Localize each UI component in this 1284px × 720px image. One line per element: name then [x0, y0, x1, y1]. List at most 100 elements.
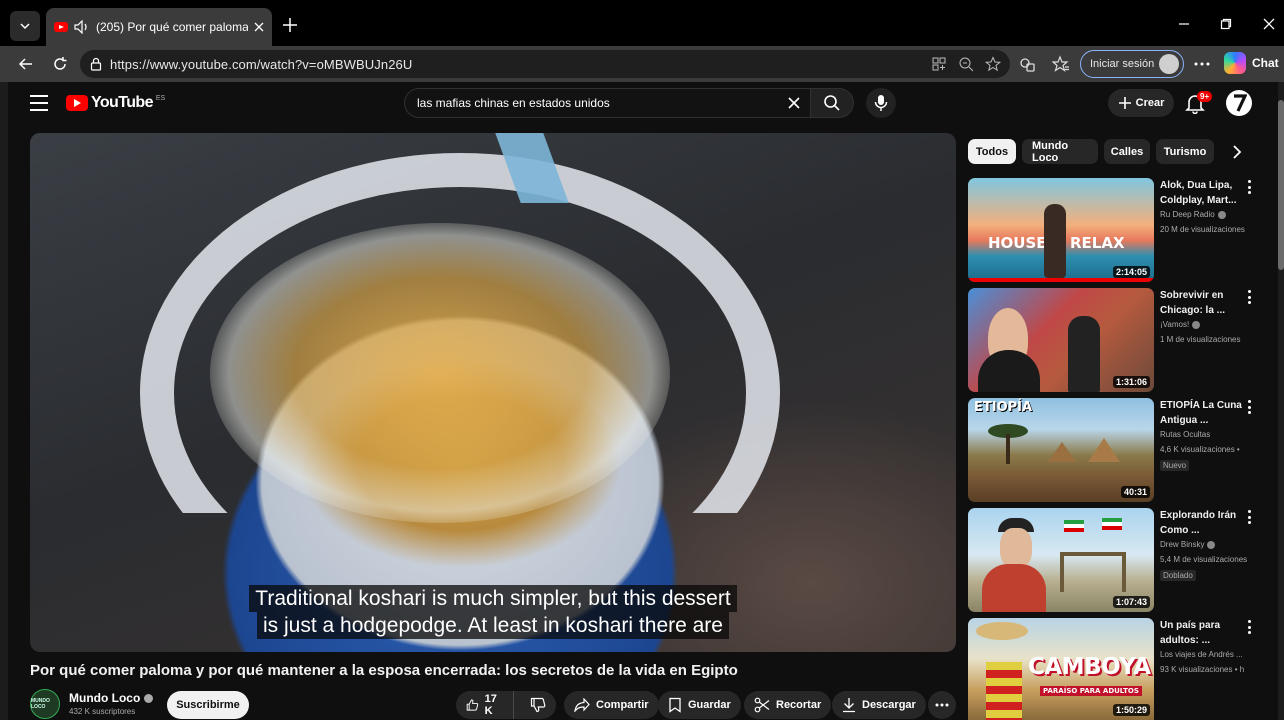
more-actions-button[interactable]	[928, 691, 956, 719]
new-tab-button[interactable]	[280, 15, 300, 35]
search-input[interactable]: las mafias chinas en estados unidos	[404, 88, 812, 118]
recommendation-title[interactable]: Sobrevivir en Chicago: la ...	[1160, 288, 1244, 318]
clear-search-button[interactable]	[786, 95, 802, 111]
minimize-button[interactable]	[1174, 14, 1194, 34]
recommendation-channel[interactable]: Los viajes de Andrés ...	[1160, 650, 1243, 659]
video-player[interactable]: Traditional koshari is much simpler, but…	[30, 133, 956, 652]
chevron-down-icon	[20, 23, 30, 30]
video-title: Por qué comer paloma y por qué mantener …	[30, 662, 738, 679]
channel-avatar[interactable]: MUNDO LOCO	[30, 689, 60, 719]
url-text: https://www.youtube.com/watch?v=oMBWBUJn…	[110, 56, 413, 72]
browser-tab[interactable]: (205) Por qué comer paloma y	[46, 8, 272, 46]
reload-button[interactable]	[50, 54, 70, 74]
close-icon	[788, 97, 800, 109]
create-button[interactable]: Crear	[1108, 89, 1174, 117]
video-thumbnail[interactable]: 1:07:43	[968, 508, 1154, 612]
recommendation-item[interactable]: CAMBOYA PARAÍSO PARA ADULTOS 1:50:29 Un …	[968, 618, 1268, 720]
extension-icon[interactable]	[1018, 55, 1036, 73]
clip-button[interactable]: Recortar	[744, 691, 832, 719]
recommendation-title[interactable]: Alok, Dua Lipa, Coldplay, Mart...	[1160, 178, 1244, 208]
subscribe-button[interactable]: Suscribirme	[167, 691, 249, 719]
browser-tabbar: (205) Por qué comer paloma y	[0, 0, 1284, 46]
chips-next-button[interactable]	[1226, 141, 1248, 163]
recommendation-channel-text: Rutas Ocultas	[1160, 430, 1211, 439]
save-button[interactable]: Guardar	[658, 691, 741, 719]
video-thumbnail[interactable]: CAMBOYA PARAÍSO PARA ADULTOS 1:50:29	[968, 618, 1154, 720]
chip-turismo[interactable]: Turismo	[1156, 139, 1214, 164]
maximize-button[interactable]	[1216, 14, 1236, 34]
favorite-star-icon[interactable]	[984, 55, 1002, 73]
guide-menu-icon[interactable]	[30, 95, 48, 111]
channel-name[interactable]: Mundo Loco	[69, 691, 154, 705]
tab-title: (205) Por qué comer paloma y	[96, 20, 248, 34]
recommendation-title[interactable]: Explorando Irán Como ...	[1160, 508, 1244, 538]
share-label: Compartir	[596, 699, 649, 711]
recommendation-title[interactable]: ETIOPÍA La Cuna Antigua ...	[1160, 398, 1244, 428]
address-bar[interactable]: https://www.youtube.com/watch?v=oMBWBUJn…	[80, 50, 1010, 78]
search-button[interactable]	[810, 88, 854, 118]
zoom-icon[interactable]	[957, 55, 975, 73]
thumbnail-text: PARAÍSO PARA ADULTOS	[1040, 686, 1142, 696]
speaker-icon[interactable]	[74, 20, 90, 34]
video-thumbnail[interactable]: HOUSE RELAX 2:14:05	[968, 178, 1154, 282]
thumbnail-hat	[976, 622, 1028, 640]
arrow-left-icon	[18, 58, 32, 70]
voice-search-button[interactable]	[866, 88, 896, 118]
dubbed-badge: Doblado	[1160, 570, 1196, 581]
lock-icon	[90, 57, 102, 71]
dubbed-badge-text: Doblado	[1163, 571, 1193, 580]
thumbnail-hut	[1088, 438, 1120, 462]
recommendation-menu-icon[interactable]	[1246, 620, 1252, 634]
recommendation-title[interactable]: Un país para adultos: ...	[1160, 618, 1244, 648]
thumbnail-body	[982, 564, 1046, 612]
close-tab-icon[interactable]	[254, 22, 264, 32]
profile-avatar[interactable]	[1226, 90, 1252, 116]
save-label: Guardar	[688, 699, 731, 711]
video-duration: 1:31:06	[1112, 376, 1150, 388]
sign-in-label: Iniciar sesión	[1090, 58, 1155, 70]
recommendation-channel[interactable]: Ru Deep Radio	[1160, 210, 1226, 219]
video-thumbnail[interactable]: ETIOPÍA 40:31	[968, 398, 1154, 502]
recommendation-item[interactable]: HOUSE RELAX 2:14:05 Alok, Dua Lipa, Cold…	[968, 178, 1268, 282]
close-window-button[interactable]	[1259, 14, 1279, 34]
thumbnail-flag	[1102, 518, 1122, 530]
like-button[interactable]: 17 K	[456, 691, 514, 719]
recommendation-channel[interactable]: Rutas Ocultas	[1160, 430, 1210, 439]
search-query: las mafias chinas en estados unidos	[417, 96, 610, 110]
video-duration: 40:31	[1120, 486, 1150, 498]
recommendation-item[interactable]: 1:07:43 Explorando Irán Como ... Drew Bi…	[968, 508, 1268, 612]
share-arrow-icon	[574, 698, 590, 712]
more-menu-icon[interactable]	[1193, 55, 1211, 73]
chat-label: Chat	[1252, 56, 1279, 70]
video-frame-food	[210, 223, 670, 523]
thumbnail-body	[978, 350, 1040, 392]
share-button[interactable]: Compartir	[564, 691, 659, 719]
recommendation-menu-icon[interactable]	[1246, 180, 1252, 194]
recommendation-item[interactable]: 1:31:06 Sobrevivir en Chicago: la ... ¡V…	[968, 288, 1268, 392]
recommendation-channel[interactable]: ¡Vamos!	[1160, 320, 1201, 329]
download-button[interactable]: Descargar	[832, 691, 926, 719]
plus-icon	[283, 18, 297, 32]
recommendation-menu-icon[interactable]	[1246, 400, 1252, 414]
sign-in-button[interactable]: Iniciar sesión	[1080, 50, 1184, 78]
scrollbar-thumb[interactable]	[1278, 100, 1284, 270]
back-button[interactable]	[16, 54, 36, 74]
youtube-logo[interactable]: YouTube ES	[66, 94, 165, 112]
chip-mundo-loco[interactable]: Mundo Loco	[1022, 139, 1098, 164]
video-thumbnail[interactable]: 1:31:06	[968, 288, 1154, 392]
thumbnail-flag	[1064, 520, 1084, 532]
recommendation-menu-icon[interactable]	[1246, 290, 1252, 304]
app-available-icon[interactable]	[930, 55, 948, 73]
thumbnail-gate	[1060, 552, 1126, 592]
tab-list-button[interactable]	[10, 11, 40, 41]
dislike-button[interactable]	[520, 691, 556, 719]
recommendation-menu-icon[interactable]	[1246, 510, 1252, 524]
recommendation-channel[interactable]: Drew Binsky	[1160, 540, 1216, 549]
chip-calles[interactable]: Calles	[1104, 139, 1150, 164]
copilot-chat-button[interactable]: Chat	[1224, 52, 1279, 74]
favorites-icon[interactable]	[1052, 55, 1070, 73]
recommendation-item[interactable]: ETIOPÍA 40:31 ETIOPÍA La Cuna Antigua ..…	[968, 398, 1268, 502]
video-duration: 2:14:05	[1112, 266, 1150, 278]
chip-todos[interactable]: Todos	[968, 139, 1016, 164]
browser-toolbar: https://www.youtube.com/watch?v=oMBWBUJn…	[0, 46, 1284, 82]
